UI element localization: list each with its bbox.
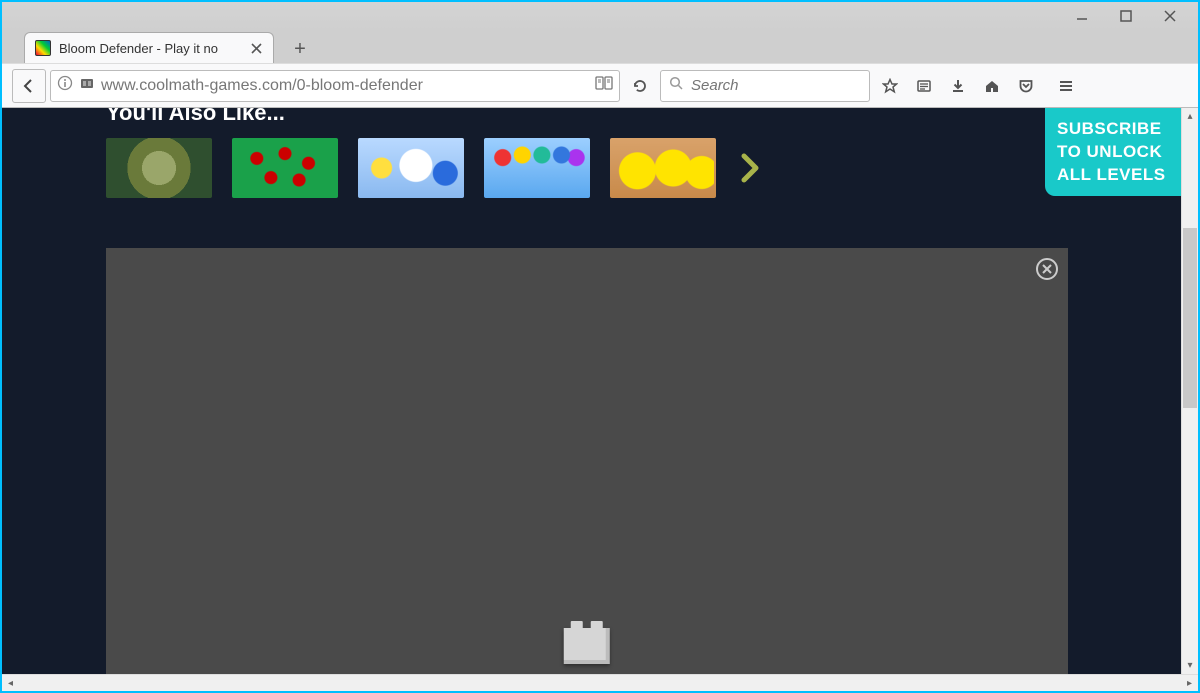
window-maximize-button[interactable]: [1104, 2, 1148, 30]
library-button[interactable]: [908, 70, 940, 102]
close-icon[interactable]: [1036, 258, 1058, 280]
horizontal-scrollbar[interactable]: ◂ ▸: [2, 674, 1198, 691]
tab-title: Bloom Defender - Play it no: [59, 41, 239, 56]
back-button[interactable]: [12, 69, 46, 103]
new-tab-button[interactable]: +: [286, 35, 314, 63]
menu-button[interactable]: [1050, 70, 1082, 102]
search-icon: [669, 76, 683, 95]
scroll-down-arrow[interactable]: ▾: [1182, 657, 1198, 674]
permissions-icon[interactable]: [79, 75, 95, 96]
related-games-row: [106, 138, 764, 198]
search-bar[interactable]: [660, 70, 870, 102]
content-viewport: You'll Also Like... SUBSCRIBE TO UNLOCK …: [2, 108, 1198, 674]
tab-close-button[interactable]: [247, 39, 265, 57]
window-close-button[interactable]: [1148, 2, 1192, 30]
scroll-up-arrow[interactable]: ▴: [1182, 108, 1198, 125]
plugin-icon: [564, 628, 610, 664]
browser-tab[interactable]: Bloom Defender - Play it no: [24, 32, 274, 63]
toolbar-right-icons: [874, 70, 1082, 102]
carousel-next-button[interactable]: [736, 148, 764, 188]
game-thumbnail[interactable]: [358, 138, 464, 198]
pocket-button[interactable]: [1010, 70, 1042, 102]
favicon-icon: [35, 40, 51, 56]
scroll-right-arrow[interactable]: ▸: [1181, 675, 1198, 691]
scroll-left-arrow[interactable]: ◂: [2, 675, 19, 691]
game-thumbnail[interactable]: [232, 138, 338, 198]
plugin-prompt: This site uses a plugin that may slow Fi…: [443, 628, 732, 674]
subscribe-banner[interactable]: SUBSCRIBE TO UNLOCK ALL LEVELS: [1045, 108, 1181, 196]
browser-window: Bloom Defender - Play it no + www.coolma…: [2, 2, 1198, 691]
subscribe-line: TO UNLOCK: [1057, 141, 1169, 164]
game-thumbnail[interactable]: [484, 138, 590, 198]
home-button[interactable]: [976, 70, 1008, 102]
section-heading: You'll Also Like...: [106, 108, 285, 126]
vertical-scroll-thumb[interactable]: [1183, 228, 1197, 408]
subscribe-line: SUBSCRIBE: [1057, 118, 1169, 141]
window-minimize-button[interactable]: [1060, 2, 1104, 30]
site-identity-icon[interactable]: [57, 75, 73, 96]
window-titlebar: [2, 2, 1198, 30]
url-text: www.coolmath-games.com/0-bloom-defender: [101, 77, 589, 95]
vertical-scrollbar[interactable]: ▴ ▾: [1181, 108, 1198, 674]
game-thumbnail[interactable]: [106, 138, 212, 198]
url-bar[interactable]: www.coolmath-games.com/0-bloom-defender: [50, 70, 620, 102]
tab-strip: Bloom Defender - Play it no +: [2, 30, 1198, 63]
flash-player-container: This site uses a plugin that may slow Fi…: [106, 248, 1068, 674]
downloads-button[interactable]: [942, 70, 974, 102]
reload-button[interactable]: [624, 70, 656, 102]
subscribe-line: ALL LEVELS: [1057, 164, 1169, 187]
search-input[interactable]: [691, 77, 861, 94]
game-thumbnail[interactable]: [610, 138, 716, 198]
bookmark-star-button[interactable]: [874, 70, 906, 102]
reader-mode-icon[interactable]: [595, 75, 613, 96]
navigation-toolbar: www.coolmath-games.com/0-bloom-defender: [2, 63, 1198, 108]
web-page: You'll Also Like... SUBSCRIBE TO UNLOCK …: [2, 108, 1181, 674]
